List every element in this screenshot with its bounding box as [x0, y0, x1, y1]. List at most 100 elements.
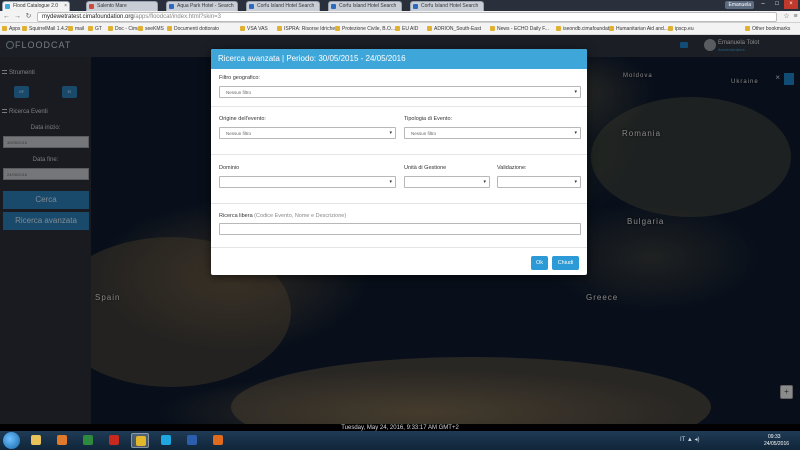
- validazione-select[interactable]: ▾: [497, 176, 581, 188]
- advanced-search-modal: Ricerca avanzata | Periodo: 30/05/2015 -…: [211, 49, 587, 275]
- bookmark-item[interactable]: Other bookmarks: [745, 25, 790, 33]
- bookmark-item[interactable]: Protezione Civile, B.O...: [335, 25, 395, 33]
- ricerca-libera-label-text: Ricerca libera: [219, 213, 253, 219]
- explorer-glyph-icon: [31, 435, 41, 445]
- url-host: mydewetratest.cimafoundation.org: [42, 14, 134, 20]
- bookmark-icon: [556, 26, 561, 31]
- filtro-geografico-select[interactable]: Nessun filtro ▾: [219, 86, 581, 98]
- profile-chip[interactable]: Emanuela: [725, 1, 754, 9]
- taskbar-skype-icon[interactable]: [157, 433, 175, 448]
- browser-tab-corfu-2[interactable]: Corfu Island Hotel Search: [328, 1, 402, 11]
- origine-evento-label: Origine dell'evento:: [219, 116, 266, 122]
- divider: [211, 154, 587, 155]
- menu-icon[interactable]: ≡: [791, 12, 800, 21]
- taskbar-acrobat-icon[interactable]: [105, 433, 123, 448]
- clock-time[interactable]: 09:33: [768, 434, 781, 440]
- start-button[interactable]: [3, 432, 20, 449]
- star-icon[interactable]: ☆: [782, 12, 791, 21]
- tab-label: Corfu Island Hotel Search: [421, 3, 479, 9]
- bookmark-item[interactable]: News - ECHO Daily F...: [490, 25, 549, 33]
- bookmark-label: GT: [95, 26, 102, 32]
- tab-label: Corfu Island Hotel Search: [257, 3, 315, 9]
- browser-tab-corfu-1[interactable]: Corfu Island Hotel Search: [246, 1, 320, 11]
- url-path: /apps/floodcat/index.html?skin=3: [133, 14, 221, 20]
- tab-favicon-icon: [169, 4, 174, 9]
- taskbar-excel-icon[interactable]: [79, 433, 97, 448]
- taskbar-chrome-icon[interactable]: [131, 433, 149, 448]
- origine-evento-select[interactable]: Nessun filtro ▾: [219, 127, 396, 139]
- bookmark-item[interactable]: seeKMS: [138, 25, 164, 33]
- bookmark-item[interactable]: ADRION_South-East: [427, 25, 481, 33]
- bookmark-icon: [277, 26, 282, 31]
- bookmark-icon: [68, 26, 73, 31]
- browser-tab-aquapark[interactable]: Aqua Park Hotel - Search: [166, 1, 238, 11]
- media-player-glyph-icon: [57, 435, 67, 445]
- bookmark-item[interactable]: Humanitarian Aid and...: [609, 25, 668, 33]
- browser-tab-corfu-3[interactable]: Corfu Island Hotel Search: [410, 1, 484, 11]
- bookmark-label: Other bookmarks: [752, 26, 791, 32]
- system-tray[interactable]: IT ▲ ◂): [680, 436, 700, 443]
- bookmark-item[interactable]: SquirrelMail 1.4.22: [22, 25, 71, 33]
- bookmark-label: Humanitarian Aid and...: [616, 26, 668, 32]
- minimize-icon[interactable]: –: [756, 0, 770, 9]
- bookmark-icon: [490, 26, 495, 31]
- divider: [211, 106, 587, 107]
- bookmark-item[interactable]: Doc - Cima: [108, 25, 140, 33]
- url-input[interactable]: mydewetratest.cimafoundation.org/apps/fl…: [37, 12, 777, 22]
- bookmark-item[interactable]: iseondb.cimafoundat...: [556, 25, 613, 33]
- bookmark-icon: [88, 26, 93, 31]
- taskbar-explorer-icon[interactable]: [27, 433, 45, 448]
- back-icon[interactable]: ←: [2, 12, 11, 21]
- taskbar-media-player-icon[interactable]: [53, 433, 71, 448]
- bookmark-icon: [240, 26, 245, 31]
- bookmark-icon: [745, 26, 750, 31]
- tab-label: Flood Catalogue 2.0: [13, 3, 59, 9]
- bookmark-item[interactable]: EU AID: [395, 25, 418, 33]
- tipologia-evento-select[interactable]: Nessun filtro ▾: [404, 127, 581, 139]
- bookmark-item[interactable]: GT: [88, 25, 102, 33]
- bookmark-label: mail: [75, 26, 85, 32]
- maximize-icon[interactable]: □: [770, 0, 784, 9]
- bookmark-label: VSA VAS: [247, 26, 268, 32]
- dominio-label: Dominio: [219, 165, 240, 171]
- bookmark-label: ADRION_South-East: [434, 26, 481, 32]
- browser-tab-strip: Flood Catalogue 2.0 × Salento Mare Aqua …: [0, 0, 800, 11]
- reload-icon[interactable]: ↻: [24, 12, 33, 21]
- browser-tab-flood-catalogue[interactable]: Flood Catalogue 2.0 ×: [2, 1, 70, 11]
- acrobat-glyph-icon: [109, 435, 119, 445]
- browser-tab-salento[interactable]: Salento Mare: [86, 1, 158, 11]
- unita-gestione-select[interactable]: ▾: [404, 176, 490, 188]
- bookmark-item[interactable]: Apps: [2, 25, 20, 33]
- skype-glyph-icon: [161, 435, 171, 445]
- bookmark-item[interactable]: mail: [68, 25, 84, 33]
- filtro-geografico-label: Filtro geografico:: [219, 75, 260, 81]
- bookmark-item[interactable]: VSA VAS: [240, 25, 268, 33]
- bookmark-label: Doc - Cima: [115, 26, 141, 32]
- address-bar: ← → ↻ mydewetratest.cimafoundation.org/a…: [0, 11, 800, 23]
- forward-icon[interactable]: →: [13, 12, 22, 21]
- firefox-glyph-icon: [213, 435, 223, 445]
- window-close-icon[interactable]: ×: [784, 0, 798, 9]
- clock-date[interactable]: 24/05/2016: [764, 441, 789, 447]
- language-indicator[interactable]: IT: [680, 437, 685, 443]
- dominio-select[interactable]: ▾: [219, 176, 396, 188]
- tab-label: Corfu Island Hotel Search: [339, 3, 397, 9]
- bookmark-item[interactable]: ipscp.eu: [668, 25, 694, 33]
- bookmark-label: EU AID: [402, 26, 419, 32]
- bookmark-icon: [108, 26, 113, 31]
- taskbar-firefox-icon[interactable]: [209, 433, 227, 448]
- chiudi-button[interactable]: Chiudi: [552, 256, 579, 270]
- unita-gestione-label: Unità di Gestione: [404, 165, 447, 171]
- bookmark-icon: [138, 26, 143, 31]
- ok-button[interactable]: Ok: [531, 256, 548, 270]
- bookmark-item[interactable]: Documenti dottorato: [167, 25, 219, 33]
- word-glyph-icon: [187, 435, 197, 445]
- tab-favicon-icon: [249, 4, 254, 9]
- tab-label: Aqua Park Hotel - Search: [177, 3, 234, 9]
- bookmark-item[interactable]: ISPRA: Risorse Idriche: [277, 25, 335, 33]
- taskbar-word-icon[interactable]: [183, 433, 201, 448]
- tipologia-evento-value: Nessun filtro: [411, 131, 437, 136]
- tab-close-icon[interactable]: ×: [64, 2, 67, 11]
- bookmark-icon: [22, 26, 27, 31]
- ricerca-libera-input[interactable]: [219, 223, 581, 235]
